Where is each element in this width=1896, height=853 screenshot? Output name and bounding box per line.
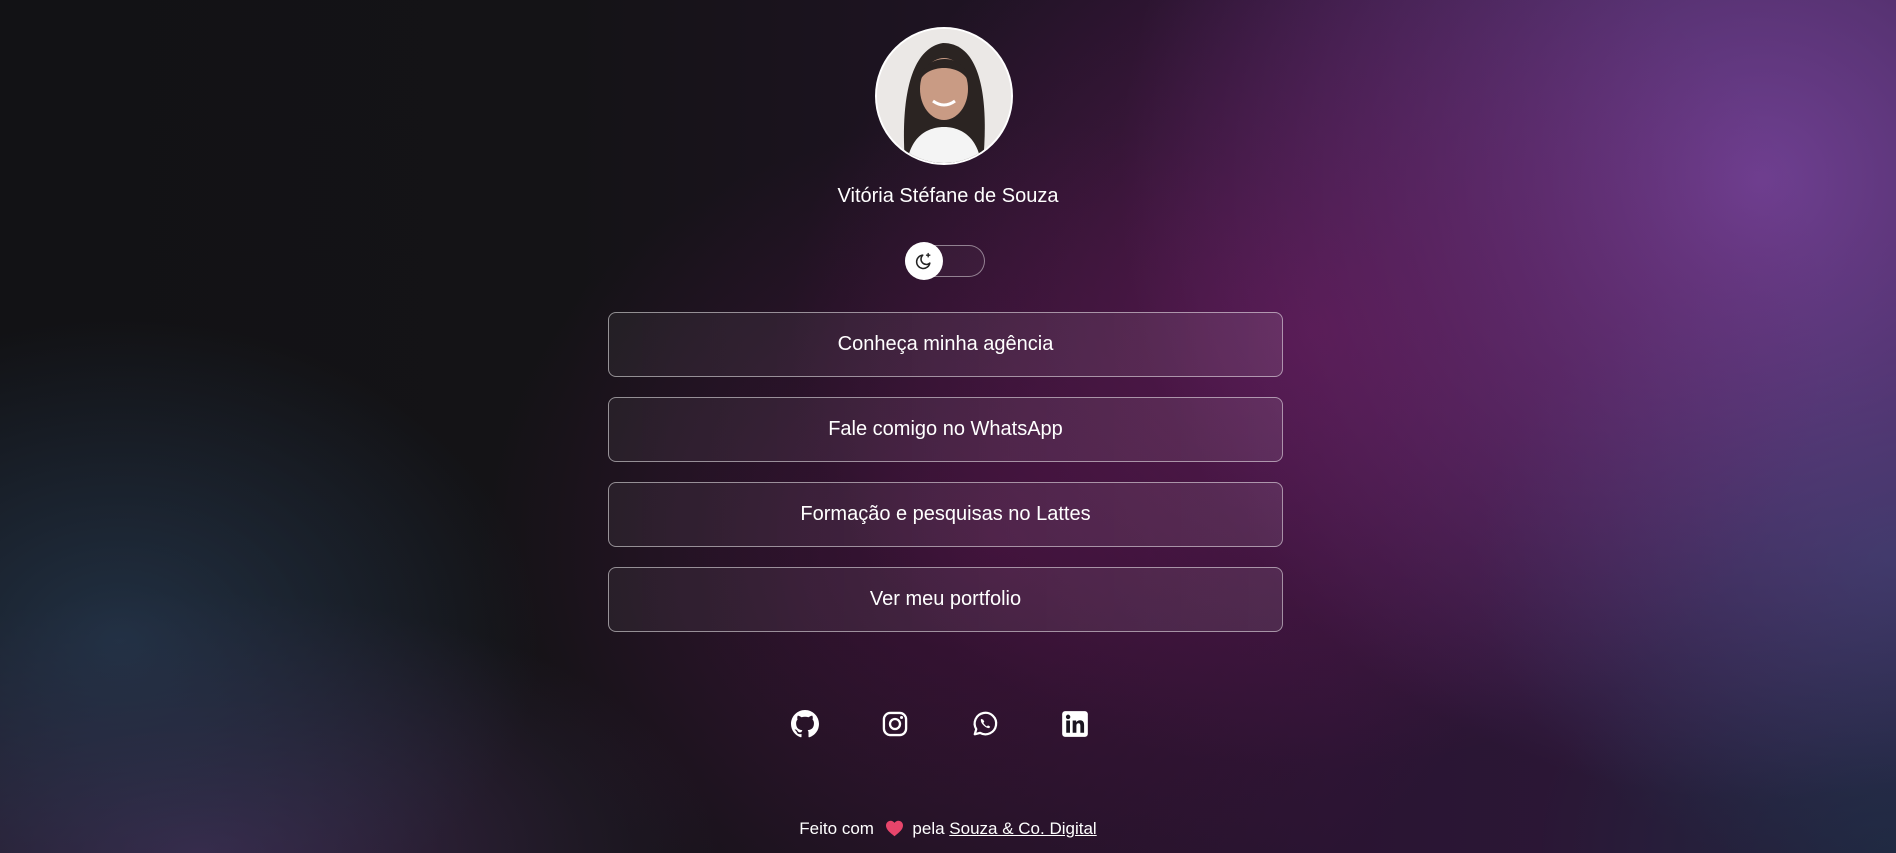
instagram-icon — [882, 711, 908, 737]
footer-prefix: Feito com — [799, 819, 874, 838]
footer-middle: pela — [912, 819, 945, 838]
avatar — [875, 27, 1013, 165]
link-list: Conheça minha agência Fale comigo no Wha… — [608, 312, 1283, 652]
footer-link[interactable]: Souza & Co. Digital — [949, 819, 1096, 838]
link-button-whatsapp[interactable]: Fale comigo no WhatsApp — [608, 397, 1283, 462]
toggle-knob[interactable] — [905, 242, 943, 280]
github-icon — [791, 710, 819, 738]
theme-toggle[interactable] — [905, 242, 985, 280]
profile-photo — [877, 29, 1011, 163]
social-links — [791, 710, 1089, 738]
link-label: Ver meu portfolio — [869, 588, 1022, 610]
link-button-agency[interactable]: Conheça minha agência — [608, 312, 1283, 377]
link-label: Fale comigo no WhatsApp — [828, 418, 1063, 440]
whatsapp-link[interactable] — [971, 710, 999, 738]
whatsapp-icon — [973, 711, 998, 736]
footer: Feito com pela Souza & Co. Digital — [0, 818, 1896, 843]
link-button-portfolio[interactable]: Ver meu portfolio — [608, 567, 1283, 632]
linkedin-icon — [1062, 711, 1088, 737]
link-label: Formação e pesquisas no Lattes — [800, 503, 1091, 525]
profile-name: Vitória Stéfane de Souza — [837, 185, 1059, 207]
moon-icon — [915, 252, 931, 270]
github-link[interactable] — [791, 710, 819, 738]
heart-icon — [885, 820, 904, 843]
link-button-lattes[interactable]: Formação e pesquisas no Lattes — [608, 482, 1283, 547]
instagram-link[interactable] — [881, 710, 909, 738]
link-label: Conheça minha agência — [837, 333, 1054, 355]
linkedin-link[interactable] — [1061, 710, 1089, 738]
